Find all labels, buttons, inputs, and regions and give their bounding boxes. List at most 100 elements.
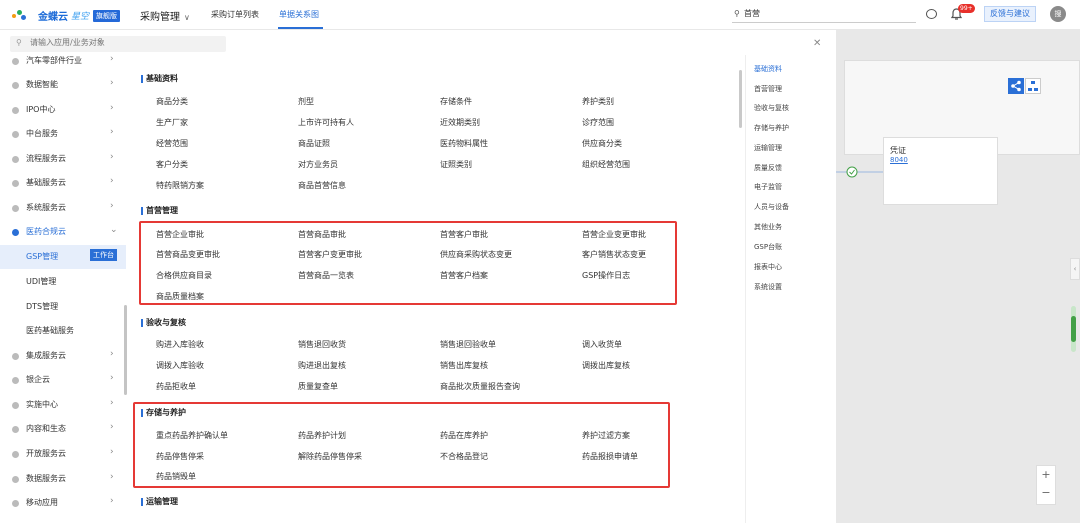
object-link[interactable]: 首营企业审批 <box>156 229 204 240</box>
object-link[interactable]: 首营客户档案 <box>440 270 488 281</box>
object-link[interactable]: 药品养护计划 <box>298 430 346 441</box>
feedback-button[interactable]: 反馈与建议 <box>984 6 1036 22</box>
object-link[interactable]: 药品拒收单 <box>156 381 196 392</box>
object-link[interactable]: 药品在库养护 <box>440 430 488 441</box>
object-link[interactable]: 不合格品登记 <box>440 451 488 462</box>
object-link[interactable]: 首营商品一览表 <box>298 270 354 281</box>
app-logo[interactable]: 金蝶云 星空 旗舰版 <box>12 8 121 23</box>
object-link[interactable]: 销售出库复核 <box>440 360 488 371</box>
object-link[interactable]: 销售退回收货 <box>298 339 346 350</box>
object-link[interactable]: 诊疗范围 <box>582 117 614 128</box>
object-link[interactable]: 特药限销方案 <box>156 180 204 191</box>
app-search-input[interactable] <box>30 38 220 47</box>
anchor-link[interactable]: 人员与设备 <box>754 202 789 212</box>
anchor-link[interactable]: 存储与养护 <box>754 123 789 133</box>
nav-item[interactable]: 数据智能 › <box>0 73 126 97</box>
anchor-link[interactable]: 其他业务 <box>754 222 782 232</box>
tab-purchase-order-list[interactable]: 采购订单列表 <box>211 9 259 20</box>
object-link[interactable]: 养护过滤方案 <box>582 430 630 441</box>
object-link[interactable]: 近效期类别 <box>440 117 480 128</box>
object-link[interactable]: 供应商分类 <box>582 138 622 149</box>
object-link[interactable]: 调入收货单 <box>582 339 622 350</box>
nav-item-pharma-base[interactable]: 医药基础服务 <box>0 319 126 343</box>
object-link[interactable]: 存储条件 <box>440 96 472 107</box>
object-link[interactable]: 剂型 <box>298 96 314 107</box>
avatar[interactable]: 搜 <box>1050 6 1066 22</box>
share-icon[interactable] <box>1008 78 1024 94</box>
object-link[interactable]: 购进退出复核 <box>298 360 346 371</box>
nav-item[interactable]: 系统服务云 › <box>0 196 126 220</box>
collapse-handle[interactable]: ‹ <box>1070 258 1080 280</box>
object-link[interactable]: 证照类别 <box>440 159 472 170</box>
object-link[interactable]: 销售退回验收单 <box>440 339 496 350</box>
object-link[interactable]: 首营商品审批 <box>298 229 346 240</box>
object-link[interactable]: 商品批次质量报告查询 <box>440 381 520 392</box>
object-link[interactable]: 调拨入库验收 <box>156 360 204 371</box>
zoom-in-button[interactable]: + <box>1037 468 1055 481</box>
nav-scrollbar[interactable] <box>124 305 127 395</box>
object-link[interactable]: 经营范围 <box>156 138 188 149</box>
object-link[interactable]: 上市许可持有人 <box>298 117 354 128</box>
close-icon[interactable]: ✕ <box>813 38 821 49</box>
object-link[interactable]: 商品证照 <box>298 138 330 149</box>
nav-item[interactable]: 数据服务云 › <box>0 467 126 491</box>
nav-item-pharma-compliance[interactable]: 医药合规云 ⌄ <box>0 220 126 244</box>
nav-item[interactable]: IPO中心 › <box>0 98 126 122</box>
anchor-link[interactable]: 报表中心 <box>754 262 782 272</box>
node-number[interactable]: 8040 <box>890 156 908 164</box>
nav-item[interactable]: 流程服务云 › <box>0 147 126 171</box>
tree-icon[interactable] <box>1025 78 1041 94</box>
anchor-link[interactable]: 基础资料 <box>754 64 782 74</box>
object-link[interactable]: GSP操作日志 <box>582 270 630 281</box>
nav-item[interactable]: 汽车零部件行业 › <box>0 55 126 73</box>
nav-item[interactable]: 移动应用 › <box>0 491 126 515</box>
object-link[interactable]: 首营客户审批 <box>440 229 488 240</box>
object-link[interactable]: 商品质量档案 <box>156 291 204 302</box>
nav-item[interactable]: 中台服务 › <box>0 122 126 146</box>
app-search[interactable]: ⚲ <box>10 36 226 52</box>
content-scrollbar[interactable] <box>739 70 742 128</box>
nav-item[interactable]: 实施中心 › <box>0 393 126 417</box>
anchor-link[interactable]: 质量反馈 <box>754 163 782 173</box>
global-search[interactable]: ⚲ <box>732 8 916 23</box>
object-link[interactable]: 养护类别 <box>582 96 614 107</box>
object-link[interactable]: 药品停售停采 <box>156 451 204 462</box>
nav-item[interactable]: 开放服务云 › <box>0 442 126 466</box>
object-link[interactable]: 首营企业变更审批 <box>582 229 646 240</box>
object-link[interactable]: 客户销售状态变更 <box>582 249 646 260</box>
nav-item[interactable]: 银企云 › <box>0 368 126 392</box>
module-switcher[interactable]: 采购管理 ∨ <box>140 8 190 23</box>
object-link[interactable]: 首营客户变更审批 <box>298 249 362 260</box>
global-search-input[interactable] <box>744 9 904 18</box>
object-link[interactable]: 供应商采购状态变更 <box>440 249 512 260</box>
anchor-link[interactable]: 电子监管 <box>754 182 782 192</box>
object-link[interactable]: 药品销毁单 <box>156 471 196 482</box>
nav-item[interactable]: 集成服务云 › <box>0 344 126 368</box>
object-link[interactable]: 首营商品变更审批 <box>156 249 220 260</box>
anchor-link[interactable]: GSP台账 <box>754 242 782 252</box>
nav-item-gsp[interactable]: GSP管理 工作台 <box>0 245 126 269</box>
object-link[interactable]: 商品首营信息 <box>298 180 346 191</box>
object-link[interactable]: 重点药品养护确认单 <box>156 430 228 441</box>
nav-item[interactable]: 内容和生态 › <box>0 417 126 441</box>
nav-item-udi[interactable]: UDI管理 <box>0 270 126 294</box>
object-link[interactable]: 解除药品停售停采 <box>298 451 362 462</box>
message-icon[interactable] <box>926 9 937 19</box>
nav-item[interactable]: 基础服务云 › <box>0 171 126 195</box>
zoom-out-button[interactable]: − <box>1037 486 1055 499</box>
object-link[interactable]: 商品分类 <box>156 96 188 107</box>
workbench-badge[interactable]: 工作台 <box>90 249 117 261</box>
object-link[interactable]: 合格供应商目录 <box>156 270 212 281</box>
object-link[interactable]: 药品报损申请单 <box>582 451 638 462</box>
object-link[interactable]: 组织经营范围 <box>582 159 630 170</box>
object-link[interactable]: 对方业务员 <box>298 159 338 170</box>
tab-document-relation[interactable]: 单据关系图 <box>279 9 319 20</box>
object-link[interactable]: 调拨出库复核 <box>582 360 630 371</box>
anchor-link[interactable]: 首营管理 <box>754 84 782 94</box>
object-link[interactable]: 购进入库验收 <box>156 339 204 350</box>
object-link[interactable]: 质量复查单 <box>298 381 338 392</box>
nav-item-dts[interactable]: DTS管理 <box>0 295 126 319</box>
object-link[interactable]: 医药物料属性 <box>440 138 488 149</box>
object-link[interactable]: 客户分类 <box>156 159 188 170</box>
object-link[interactable]: 生产厂家 <box>156 117 188 128</box>
